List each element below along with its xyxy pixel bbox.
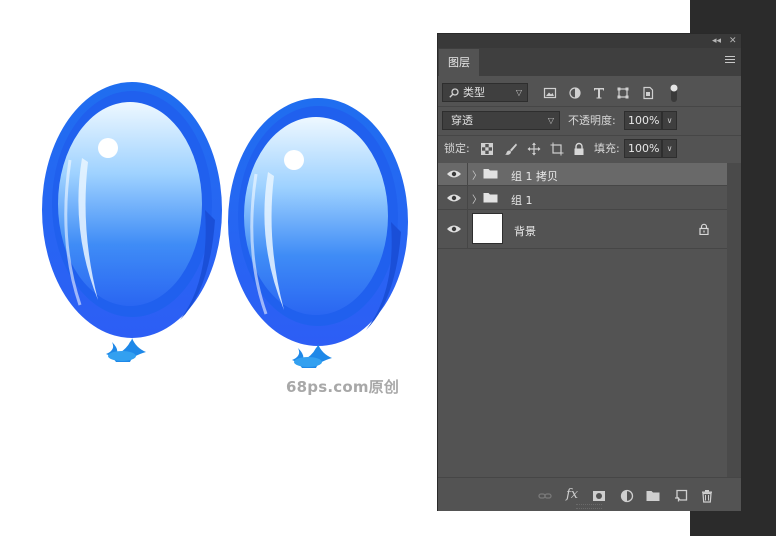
fill-slider-toggle[interactable]: ∨ bbox=[662, 139, 677, 158]
new-group-icon[interactable] bbox=[646, 489, 660, 503]
shape-filter-icon[interactable] bbox=[616, 86, 630, 100]
opacity-slider-toggle[interactable]: ∨ bbox=[662, 111, 677, 130]
balloon-left bbox=[42, 82, 222, 362]
panel-titlebar[interactable]: ◂◂ ✕ bbox=[438, 34, 741, 48]
layer-name: 组 1 拷贝 bbox=[511, 170, 558, 183]
lock-position-icon[interactable] bbox=[527, 142, 541, 156]
fill-input[interactable]: 100% bbox=[624, 139, 662, 158]
layer-row[interactable]: 背景 bbox=[438, 210, 727, 249]
folder-icon bbox=[483, 193, 498, 203]
chevron-down-icon: ▽ bbox=[515, 88, 522, 97]
panel-footer: fx bbox=[438, 477, 741, 511]
new-layer-icon[interactable] bbox=[674, 489, 688, 503]
layer-style-fx-icon[interactable]: fx bbox=[566, 487, 580, 502]
eye-icon[interactable] bbox=[446, 169, 462, 179]
layers-panel: ◂◂ ✕ 图层 类型 ▽ 穿透 ▽ 不透明度: 100% ∨ 锁定: 填充: 1… bbox=[437, 33, 742, 511]
close-panel-icon[interactable]: ✕ bbox=[729, 35, 737, 47]
lock-icon[interactable] bbox=[698, 223, 710, 235]
expand-group-icon[interactable]: 〉 bbox=[472, 191, 482, 206]
blend-row: 穿透 ▽ 不透明度: 100% ∨ bbox=[438, 107, 741, 135]
lock-label: 锁定: bbox=[444, 142, 470, 155]
search-icon bbox=[449, 88, 459, 98]
layer-name: 组 1 bbox=[511, 194, 533, 207]
layer-row[interactable]: 〉 组 1 bbox=[438, 186, 727, 210]
opacity-input[interactable]: 100% bbox=[624, 111, 662, 130]
lock-artboard-icon[interactable] bbox=[550, 142, 564, 156]
image-filter-icon[interactable] bbox=[543, 86, 557, 100]
add-mask-icon[interactable] bbox=[592, 489, 606, 503]
layers-scrollbar[interactable] bbox=[727, 163, 741, 477]
eye-icon[interactable] bbox=[446, 224, 462, 234]
resize-grip[interactable] bbox=[576, 504, 602, 509]
filter-kind-dropdown[interactable]: 类型 ▽ bbox=[442, 83, 528, 102]
adjustment-filter-icon[interactable] bbox=[568, 86, 582, 100]
opacity-label: 不透明度: bbox=[568, 114, 616, 127]
filter-row: 类型 ▽ bbox=[438, 76, 741, 106]
new-adjustment-layer-icon[interactable] bbox=[620, 489, 634, 503]
chevron-down-icon: ▽ bbox=[547, 116, 554, 125]
blend-mode-dropdown[interactable]: 穿透 ▽ bbox=[442, 111, 560, 130]
expand-group-icon[interactable]: 〉 bbox=[472, 167, 482, 182]
watermark-text: 68ps.com原创 bbox=[286, 378, 400, 396]
filter-toggle-icon[interactable] bbox=[668, 83, 680, 103]
smart-object-filter-icon[interactable] bbox=[641, 86, 655, 100]
balloon-right bbox=[228, 98, 408, 368]
type-filter-icon[interactable] bbox=[592, 86, 606, 100]
layer-row[interactable]: 〉 组 1 拷贝 bbox=[438, 163, 727, 186]
filter-kind-value: 类型 bbox=[463, 86, 485, 99]
tab-layers[interactable]: 图层 bbox=[439, 49, 479, 76]
blend-mode-value: 穿透 bbox=[451, 114, 473, 127]
trash-icon[interactable] bbox=[700, 489, 714, 503]
eye-icon[interactable] bbox=[446, 193, 462, 203]
link-layers-icon[interactable] bbox=[538, 489, 552, 503]
collapse-panel-icon[interactable]: ◂◂ bbox=[712, 35, 721, 47]
lock-image-pixels-icon[interactable] bbox=[504, 142, 518, 156]
layer-name: 背景 bbox=[514, 225, 536, 238]
layer-thumbnail bbox=[472, 213, 503, 244]
panel-tab-row: 图层 bbox=[438, 48, 741, 76]
lock-row: 锁定: 填充: 100% ∨ bbox=[438, 136, 741, 163]
panel-menu-icon[interactable] bbox=[725, 56, 735, 65]
lock-all-icon[interactable] bbox=[572, 142, 586, 156]
folder-icon bbox=[483, 169, 498, 179]
layers-list: 〉 组 1 拷贝 〉 组 1 背景 bbox=[438, 163, 727, 477]
lock-transparent-pixels-icon[interactable] bbox=[480, 142, 494, 156]
fill-label: 填充: bbox=[594, 142, 620, 155]
